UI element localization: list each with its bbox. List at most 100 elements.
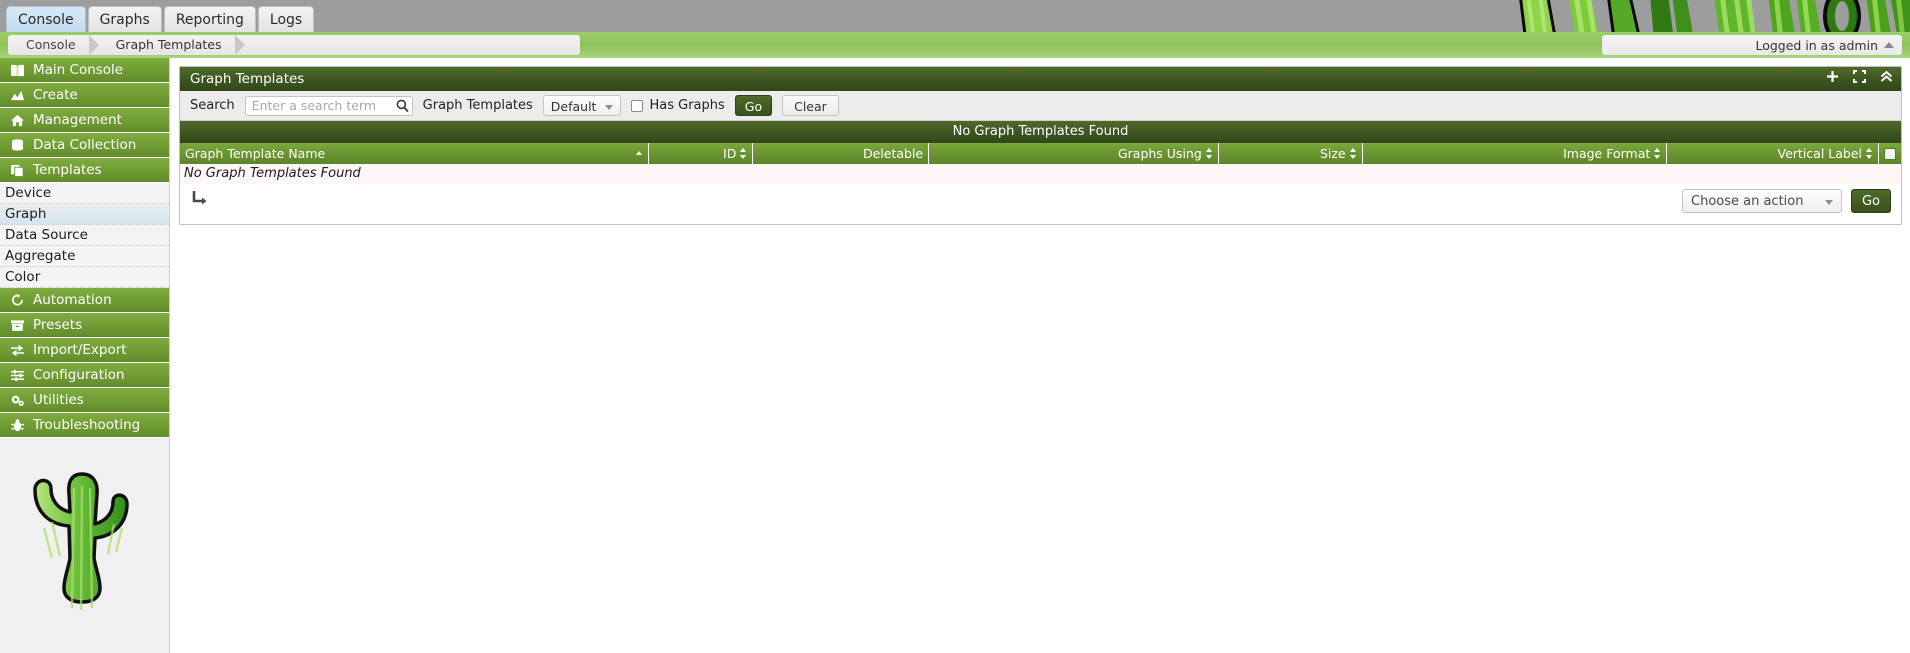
page-title: Graph Templates: [190, 71, 305, 87]
sidebar: Main Console Create Management Data Coll…: [0, 58, 170, 653]
action-controls: Choose an action Go: [1682, 189, 1891, 213]
column-label: Graph Template Name: [185, 146, 326, 161]
breadcrumb: Console Graph Templates: [8, 35, 580, 55]
sidebar-item-label: Presets: [33, 316, 83, 333]
sidebar-item-templates[interactable]: Templates: [0, 158, 169, 183]
column-label: Graphs Using: [1117, 146, 1202, 161]
search-field-wrapper: [244, 95, 413, 117]
sidebar-item-label: Main Console: [33, 61, 124, 78]
cactus-logo: [22, 466, 142, 631]
sidebar-item-label: Data Collection: [33, 136, 137, 153]
sort-icon: [1654, 148, 1661, 159]
sort-icon: [1866, 148, 1873, 159]
sidebar-subitem-aggregate[interactable]: Aggregate: [0, 246, 169, 267]
column-label: Deletable: [862, 146, 924, 161]
copy-icon: [10, 163, 25, 178]
choose-an-action-value: Choose an action: [1691, 194, 1804, 209]
sidebar-subitem-device[interactable]: Device: [0, 183, 169, 204]
sidebar-item-data-collection[interactable]: Data Collection: [0, 133, 169, 158]
sort-icon: [740, 148, 747, 159]
sidebar-subitem-color[interactable]: Color: [0, 267, 169, 288]
sidebar-item-label: Automation: [33, 291, 112, 308]
chevron-up-icon: [1884, 42, 1894, 48]
gears-icon: [10, 393, 25, 408]
column-header-vertical-label[interactable]: Vertical Label: [1667, 143, 1880, 164]
user-menu[interactable]: Logged in as admin: [1602, 35, 1902, 55]
sidebar-item-utilities[interactable]: Utilities: [0, 388, 169, 413]
sidebar-item-create[interactable]: Create: [0, 83, 169, 108]
select-all-checkbox[interactable]: [1884, 147, 1896, 160]
column-header-id[interactable]: ID: [649, 143, 754, 164]
sidebar-item-label: Templates: [33, 161, 102, 178]
sidebar-item-label: Create: [33, 86, 78, 103]
choose-an-action-select[interactable]: Choose an action: [1682, 189, 1842, 213]
exchange-icon: [10, 343, 25, 358]
has-graphs-checkbox[interactable]: [631, 99, 644, 112]
sidebar-subitem-graph[interactable]: Graph: [0, 204, 169, 225]
sidebar-item-label: Troubleshooting: [33, 416, 141, 433]
top-bar: Console Graphs Reporting Logs: [0, 0, 1910, 32]
sidebar-item-label: Configuration: [33, 366, 125, 383]
main-content: Graph Templates Search G: [171, 58, 1910, 653]
action-go-button[interactable]: Go: [1851, 189, 1891, 213]
chevron-down-icon: [605, 105, 614, 110]
panel-header-actions: [1826, 67, 1893, 91]
has-graphs-label: Has Graphs: [649, 98, 725, 113]
double-chevron-up-icon[interactable]: [1880, 67, 1893, 91]
table-title: No Graph Templates Found: [180, 121, 1901, 143]
sidebar-item-troubleshooting[interactable]: Troubleshooting: [0, 413, 169, 438]
tab-console[interactable]: Console: [6, 6, 86, 32]
level-down-arrow-icon: [192, 190, 208, 210]
sidebar-item-main-console[interactable]: Main Console: [0, 58, 169, 83]
sidebar-item-automation[interactable]: Automation: [0, 288, 169, 313]
table-header-row: Graph Template Name ID Deletable Graphs …: [180, 143, 1901, 164]
filter-bar: Search Graph Templates Default Has Graph…: [180, 91, 1901, 121]
chart-icon: [10, 88, 25, 103]
sidebar-item-management[interactable]: Management: [0, 108, 169, 133]
filter-clear-button[interactable]: Clear: [782, 95, 839, 116]
column-header-image-format[interactable]: Image Format: [1363, 143, 1668, 164]
table-action-row: Choose an action Go: [180, 184, 1901, 224]
sidebar-subitem-data-source[interactable]: Data Source: [0, 225, 169, 246]
sidebar-item-import-export[interactable]: Import/Export: [0, 338, 169, 363]
sidebar-item-label: Utilities: [33, 391, 84, 408]
graph-templates-panel: Graph Templates Search G: [179, 66, 1902, 225]
sidebar-item-label: Import/Export: [33, 341, 127, 358]
tab-logs[interactable]: Logs: [257, 6, 315, 32]
column-header-size[interactable]: Size: [1219, 143, 1363, 164]
has-graphs-checkbox-wrapper[interactable]: Has Graphs: [631, 98, 725, 113]
sort-icon: [1349, 148, 1357, 159]
magnifier-icon[interactable]: [396, 99, 409, 117]
graph-templates-filter-label: Graph Templates: [422, 98, 533, 113]
column-label: Vertical Label: [1777, 146, 1863, 161]
sidebar-item-presets[interactable]: Presets: [0, 313, 169, 338]
column-header-graphs-using[interactable]: Graphs Using: [929, 143, 1219, 164]
breadcrumb-item-console[interactable]: Console: [8, 35, 99, 55]
home-icon: [10, 113, 25, 128]
refresh-icon: [10, 293, 25, 308]
filter-go-button[interactable]: Go: [734, 95, 773, 116]
table-body: No Graph Templates Found: [180, 164, 1901, 184]
search-input[interactable]: [244, 95, 413, 116]
panel-header: Graph Templates: [180, 67, 1901, 91]
column-header-graph-template-name[interactable]: Graph Template Name: [180, 143, 650, 164]
breadcrumb-bar: Console Graph Templates Logged in as adm…: [0, 32, 1910, 58]
expand-icon[interactable]: [1853, 67, 1866, 91]
tab-graphs[interactable]: Graphs: [87, 6, 162, 32]
tab-reporting[interactable]: Reporting: [163, 6, 256, 32]
database-icon: [10, 138, 25, 153]
plus-icon[interactable]: [1826, 67, 1839, 91]
column-header-select-all[interactable]: [1879, 143, 1901, 164]
column-header-deletable[interactable]: Deletable: [753, 143, 930, 164]
column-label: Image Format: [1563, 146, 1651, 161]
cacti-logo-banner: [1490, 0, 1910, 32]
bug-icon: [10, 418, 25, 433]
column-label: Size: [1319, 146, 1346, 161]
graph-templates-select-value: Default: [550, 99, 597, 114]
chevron-down-icon: [1825, 200, 1833, 205]
graph-templates-select[interactable]: Default: [542, 95, 622, 116]
sidebar-item-configuration[interactable]: Configuration: [0, 363, 169, 388]
sliders-icon: [10, 368, 25, 383]
sidebar-item-label: Management: [33, 111, 122, 128]
breadcrumb-item-graph-templates[interactable]: Graph Templates: [98, 35, 245, 55]
